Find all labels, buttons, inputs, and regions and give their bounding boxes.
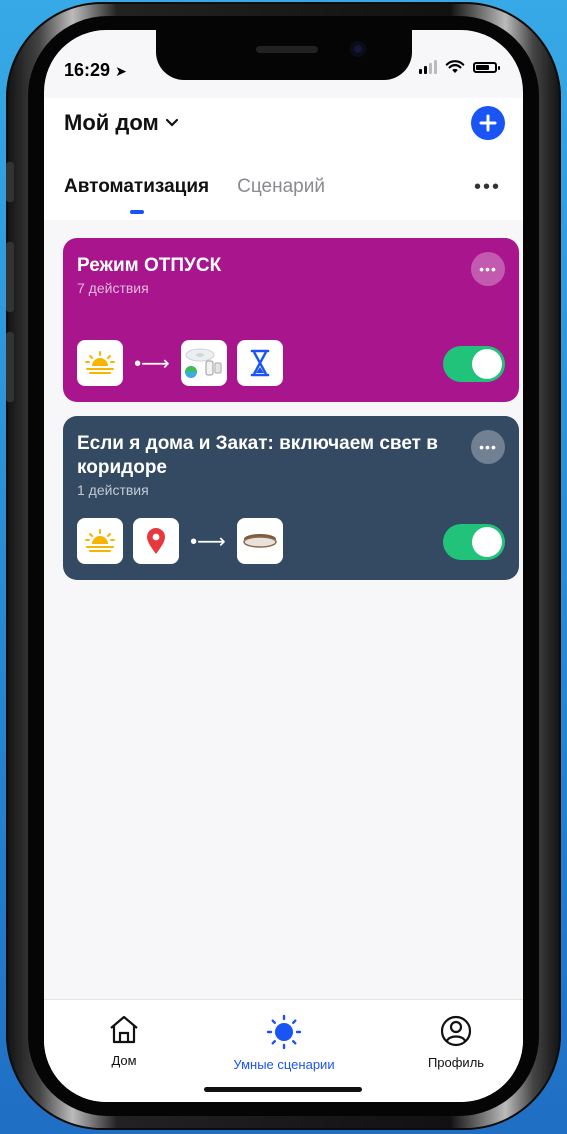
automation-subtitle: 1 действия	[77, 482, 149, 498]
home-indicator	[204, 1087, 362, 1092]
automation-subtitle: 7 действия	[77, 280, 149, 296]
tab-profile-label: Профиль	[427, 1055, 485, 1070]
automation-toggle[interactable]	[443, 346, 505, 382]
location-arrow-icon: ➤	[115, 63, 127, 79]
speaker	[256, 46, 318, 53]
tab-automation[interactable]: Автоматизация	[64, 176, 209, 198]
status-icons	[419, 60, 500, 74]
arrow-right-icon: •⟶	[190, 530, 226, 553]
profile-icon	[440, 1015, 472, 1047]
header: Мой дом Автоматизация Сценарий •••	[44, 98, 523, 220]
ceiling-lamp-set-icon	[181, 340, 227, 386]
automation-icons: •⟶	[77, 518, 283, 564]
app-screen: 16:29 ➤ Мой дом Автоматизация Сценарий •…	[44, 30, 523, 1102]
notch	[156, 30, 412, 80]
home-title: Мой дом	[64, 110, 159, 135]
ceiling-lamp-icon	[237, 518, 283, 564]
tabs: Автоматизация Сценарий	[64, 176, 325, 198]
more-options-icon[interactable]: •••	[474, 176, 501, 199]
tab-smart-scenarios-label: Умные сценарии	[233, 1057, 335, 1072]
mute-switch	[6, 162, 14, 202]
automation-icons: •⟶	[77, 340, 283, 386]
card-menu-button[interactable]: •••	[471, 430, 505, 464]
tab-smart-scenarios[interactable]: Умные сценарии	[214, 1014, 354, 1072]
tab-home[interactable]: Дом	[84, 1014, 164, 1068]
sunset-icon	[77, 518, 123, 564]
add-button[interactable]	[471, 106, 505, 140]
wifi-icon	[445, 60, 465, 73]
sun-icon	[266, 1014, 302, 1050]
hourglass-icon	[237, 340, 283, 386]
cellular-signal-icon	[419, 60, 437, 74]
tab-profile[interactable]: Профиль	[414, 1014, 498, 1070]
location-pin-icon	[133, 518, 179, 564]
plus-icon	[479, 114, 497, 132]
volume-down-button	[6, 332, 14, 402]
volume-up-button	[6, 242, 14, 312]
automation-title: Режим ОТПУСК	[77, 255, 222, 276]
tab-home-label: Дом	[111, 1053, 137, 1068]
automation-card[interactable]: Режим ОТПУСК 7 действия ••• •⟶	[63, 238, 519, 402]
front-camera	[350, 41, 366, 57]
status-time: 16:29 ➤	[64, 60, 127, 80]
automation-title: Если я дома и Закат: включаем свет в кор…	[77, 433, 438, 478]
battery-icon	[473, 61, 500, 73]
arrow-right-icon: •⟶	[134, 352, 170, 375]
house-icon	[110, 1015, 138, 1044]
automation-toggle[interactable]	[443, 524, 505, 560]
chevron-down-icon	[165, 118, 178, 127]
home-selector[interactable]: Мой дом	[64, 110, 179, 136]
bottom-tab-bar: Дом Умные сценарии Профиль	[44, 999, 523, 1102]
tab-scenario[interactable]: Сценарий	[237, 176, 325, 198]
card-menu-button[interactable]: •••	[471, 252, 505, 286]
automation-card[interactable]: Если я дома и Закат: включаем свет в кор…	[63, 416, 519, 580]
sunset-icon	[77, 340, 123, 386]
